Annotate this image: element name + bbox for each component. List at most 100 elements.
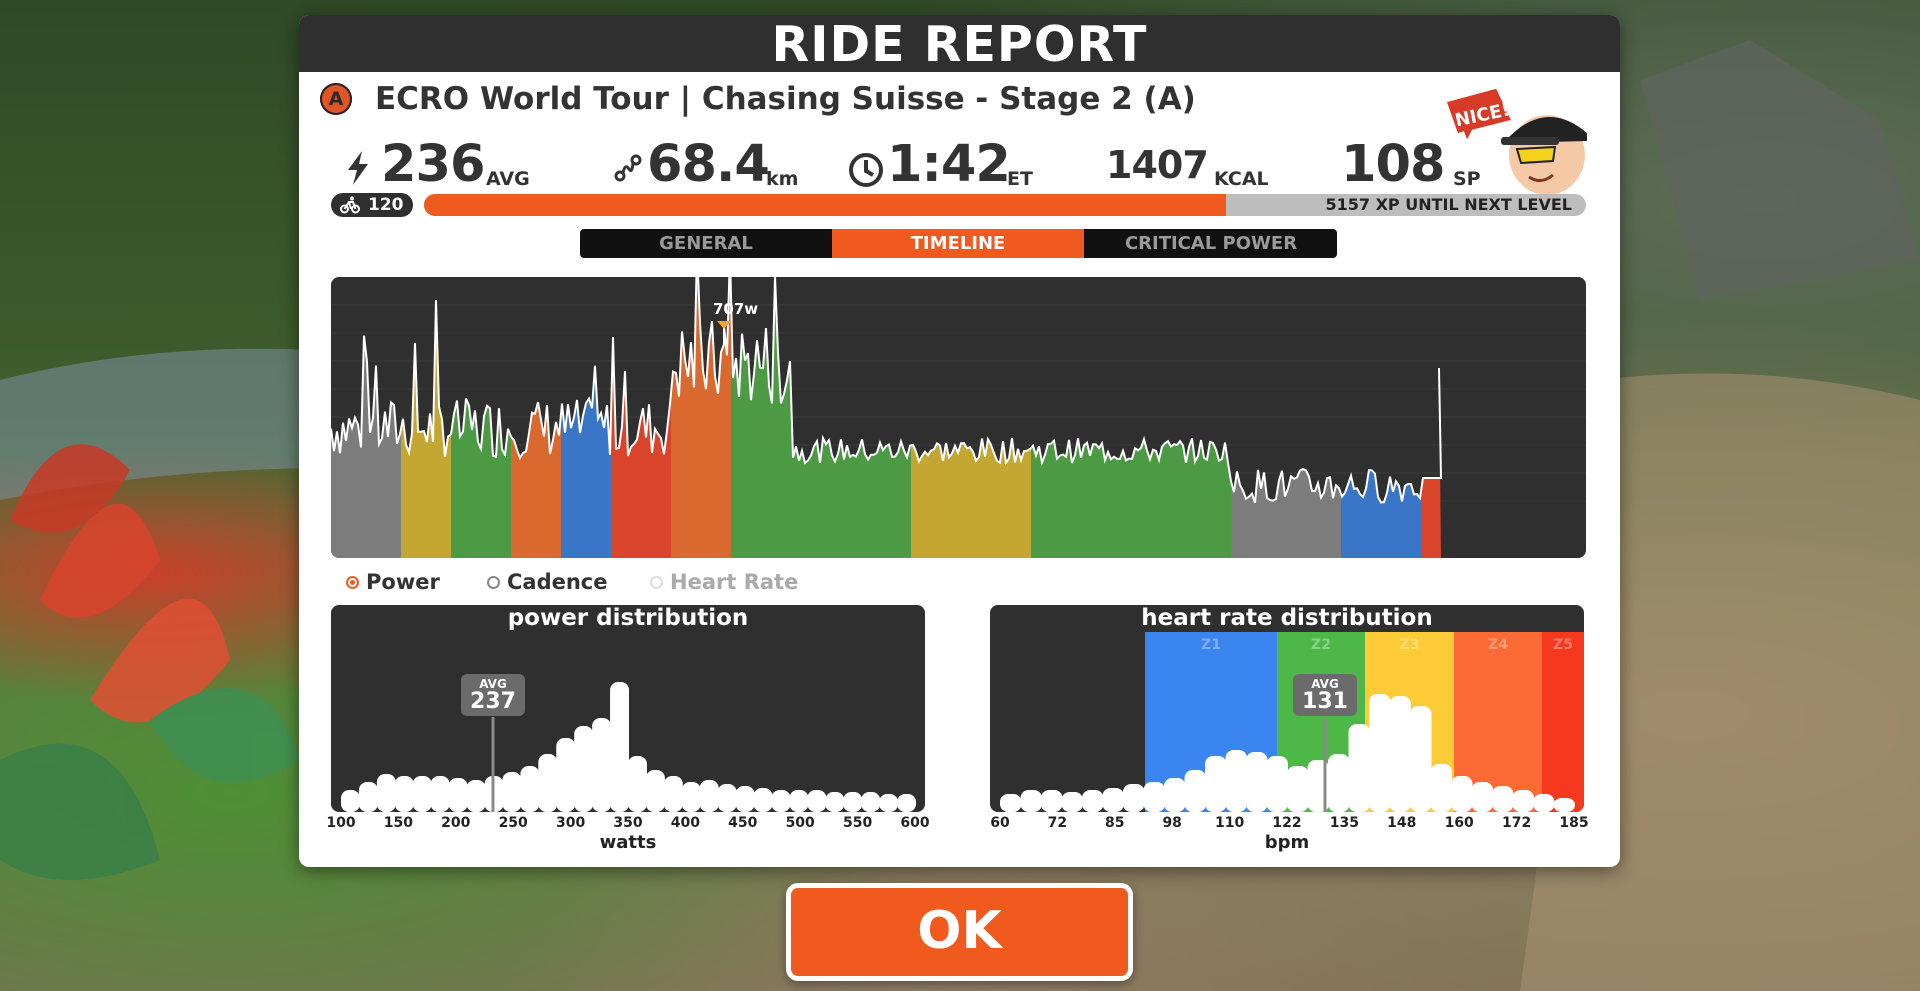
- histogram-bar: [538, 754, 558, 812]
- histogram-bar: [358, 782, 378, 812]
- hr-avg-flag: AVG 131: [1293, 674, 1357, 716]
- histogram-bar: [1061, 792, 1083, 812]
- x-tick-label: 148: [1387, 815, 1417, 831]
- x-tick-label: 550: [842, 815, 873, 831]
- route-icon: [614, 154, 642, 182]
- histogram-bar: [771, 790, 791, 812]
- histogram-bar: [735, 786, 755, 812]
- nice-speech-bubble: NICE!: [1443, 85, 1516, 147]
- hr-avg-value: 131: [1302, 689, 1348, 714]
- histogram-bar: [1082, 790, 1104, 812]
- x-tick-label: 150: [383, 815, 414, 831]
- x-tick-label: 500: [785, 815, 815, 831]
- histogram-bar: [1512, 790, 1534, 812]
- category-badge: A: [320, 83, 352, 115]
- level-value: 120: [368, 195, 404, 215]
- tab-general[interactable]: GENERAL: [580, 229, 832, 258]
- distance-unit: km: [766, 168, 799, 190]
- svg-text:Z3: Z3: [1400, 637, 1420, 653]
- histogram-bar: [1020, 790, 1042, 812]
- power-distribution-chart: power distribution AVG 237 100 150 200 250 3…: [326, 605, 930, 853]
- xp-progress-bar: 5157 XP UNTIL NEXT LEVEL: [424, 194, 1586, 216]
- power-timeline-graph: [331, 277, 1586, 558]
- level-badge: 120: [331, 193, 413, 217]
- histogram-bar: [520, 766, 540, 812]
- histogram-bar: [1143, 782, 1165, 812]
- ok-button[interactable]: OK: [786, 883, 1133, 981]
- x-tick-label: 600: [900, 815, 930, 831]
- histogram-bar: [1205, 756, 1227, 812]
- x-tick-label: 100: [326, 815, 356, 831]
- x-tick-label: 110: [1214, 815, 1245, 831]
- tab-timeline[interactable]: TIMELINE: [832, 229, 1084, 258]
- histogram-bar: [879, 794, 899, 812]
- x-tick-label: 160: [1444, 815, 1474, 831]
- svg-text:Z5: Z5: [1553, 637, 1573, 653]
- x-tick-label: 60: [990, 815, 1010, 831]
- power-distribution-graph: [341, 682, 916, 812]
- histogram-bar: [717, 784, 737, 812]
- avg-power-unit: AVG: [486, 168, 530, 190]
- histogram-bar: [843, 792, 863, 812]
- histogram-bar: [1246, 752, 1268, 812]
- svg-text:Z1: Z1: [1201, 637, 1221, 653]
- event-title: ECRO World Tour | Chasing Suisse - Stage…: [375, 81, 1196, 117]
- histogram-bar: [1533, 794, 1555, 812]
- x-tick-label: 172: [1501, 815, 1532, 831]
- histogram-bar: [1348, 724, 1370, 812]
- power-x-axis-title: watts: [599, 832, 657, 853]
- histogram-bar: [789, 790, 809, 812]
- histogram-bar: [1369, 694, 1391, 812]
- histogram-bar: [556, 738, 576, 812]
- x-tick-label: 200: [441, 815, 471, 831]
- histogram-bar: [1225, 750, 1247, 812]
- x-tick-label: 135: [1329, 815, 1360, 831]
- svg-text:Z4: Z4: [1488, 637, 1508, 653]
- heart-rate-distribution-title: heart rate distribution: [1141, 605, 1433, 631]
- stat-avg-power: 236 AVG: [343, 133, 543, 197]
- histogram-bar: [1389, 696, 1411, 812]
- histogram-bar: [1553, 798, 1575, 812]
- hr-x-axis-title: bpm: [1264, 832, 1310, 853]
- histogram-bar: [861, 792, 881, 812]
- histogram-bar: [502, 772, 522, 812]
- histogram-bar: [376, 774, 396, 812]
- heart-rate-distribution-chart: Z1 Z2 Z3 Z4 Z5 heart rate distribution AVG 1…: [990, 605, 1589, 853]
- x-tick-label: 72: [1047, 815, 1068, 831]
- x-tick-label: 450: [728, 815, 758, 831]
- radio-cadence-label: Cadence: [507, 570, 608, 594]
- mascot-character: NICE!: [1443, 85, 1587, 195]
- histogram-bar: [1184, 770, 1206, 812]
- svg-text:Z2: Z2: [1311, 637, 1331, 653]
- elapsed-time-unit: ET: [1007, 168, 1033, 190]
- clock-icon: [849, 153, 883, 187]
- tab-critical-power[interactable]: CRITICAL POWER: [1085, 229, 1337, 258]
- histogram-bar: [430, 776, 450, 812]
- histogram-bar: [448, 778, 468, 812]
- x-tick-label: 98: [1162, 815, 1182, 831]
- panel-title: RIDE REPORT: [299, 15, 1620, 73]
- histogram-bar: [394, 776, 414, 812]
- x-tick-label: 250: [498, 815, 528, 831]
- sport-points-value: 108: [1341, 135, 1445, 194]
- histogram-bar: [1287, 766, 1309, 812]
- histogram-bar: [466, 780, 486, 812]
- stat-elapsed-time: 1:42 ET: [847, 133, 1047, 197]
- x-tick-label: 350: [613, 815, 643, 831]
- histogram-bar: [753, 788, 773, 812]
- histogram-bar: [628, 756, 647, 812]
- lightning-icon: [348, 151, 368, 185]
- x-tick-label: 400: [670, 815, 701, 831]
- histogram-bar: [663, 776, 683, 812]
- distance-value: 68.4: [647, 135, 770, 194]
- histogram-bar: [645, 770, 665, 812]
- histogram-bar: [1471, 782, 1493, 812]
- radio-heart-rate-dot: [650, 576, 663, 589]
- heart-rate-distribution-graph: Z1 Z2 Z3 Z4 Z5: [1000, 632, 1584, 812]
- power-avg-flag: AVG 237: [461, 674, 525, 716]
- stat-distance: 68.4 km: [613, 133, 813, 197]
- heart-rate-distribution-frame: Z1 Z2 Z3 Z4 Z5: [990, 605, 1584, 812]
- histogram-bar: [807, 790, 827, 812]
- radio-heart-rate-label: Heart Rate: [670, 570, 799, 594]
- histogram-bar: [1410, 706, 1432, 812]
